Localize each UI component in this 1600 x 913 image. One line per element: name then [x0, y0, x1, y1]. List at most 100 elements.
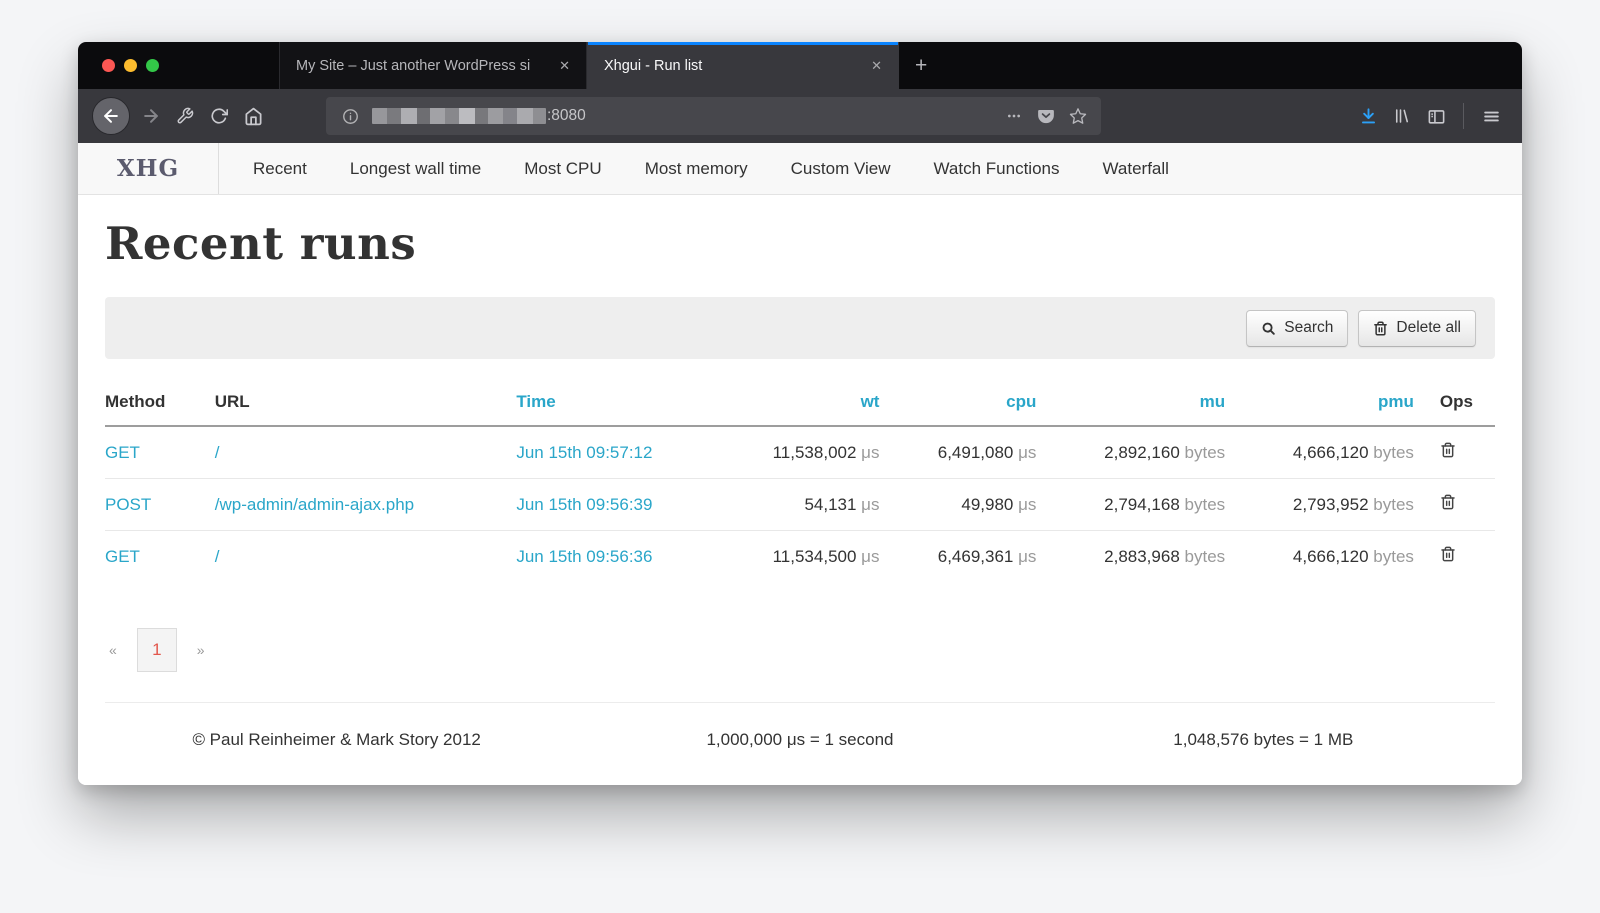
toolbar-right-group [1351, 99, 1508, 133]
delete-run-button[interactable] [1440, 442, 1456, 458]
tab-bar: My Site – Just another WordPress si ✕ Xh… [78, 42, 1522, 89]
close-window-button[interactable] [102, 59, 115, 72]
redacted-host [372, 108, 546, 124]
desktop-background: My Site – Just another WordPress si ✕ Xh… [0, 0, 1600, 913]
pagination-next-button[interactable]: » [193, 638, 209, 662]
run-mu-value: 2,794,168 [1104, 495, 1180, 514]
search-icon [1261, 321, 1276, 336]
table-row: POST /wp-admin/admin-ajax.php Jun 15th 0… [105, 479, 1495, 531]
site-info-icon[interactable] [338, 104, 362, 128]
nav-item-most-memory[interactable]: Most memory [645, 159, 748, 179]
run-pmu-unit: bytes [1373, 443, 1414, 462]
main-content: Recent runs Search Delete all [78, 217, 1522, 750]
run-method[interactable]: GET [105, 443, 140, 462]
home-icon[interactable] [236, 99, 270, 133]
col-header-wt[interactable]: wt [752, 380, 879, 426]
run-cpu-value: 6,469,361 [938, 547, 1014, 566]
zoom-window-button[interactable] [146, 59, 159, 72]
pagination-current-page[interactable]: 1 [137, 628, 177, 672]
runs-table: Method URL Time wt cpu mu pmu Ops GET [105, 380, 1495, 582]
browser-window: My Site – Just another WordPress si ✕ Xh… [78, 42, 1522, 785]
run-pmu-unit: bytes [1373, 547, 1414, 566]
run-wt-value: 54,131 [804, 495, 856, 514]
run-time-link[interactable]: Jun 15th 09:56:39 [516, 495, 652, 514]
nav-item-waterfall[interactable]: Waterfall [1102, 159, 1168, 179]
run-cpu-value: 6,491,080 [938, 443, 1014, 462]
xhg-logo[interactable]: XHG [78, 143, 219, 194]
col-header-pmu[interactable]: pmu [1225, 380, 1414, 426]
col-header-cpu[interactable]: cpu [879, 380, 1036, 426]
run-cpu-unit: μs [1018, 495, 1036, 514]
delete-all-button-label: Delete all [1396, 319, 1461, 337]
footer-bytes-note: 1,048,576 bytes = 1 MB [1032, 730, 1495, 750]
run-method[interactable]: GET [105, 547, 140, 566]
bookmark-star-icon[interactable] [1065, 103, 1091, 129]
reload-icon[interactable] [202, 99, 236, 133]
downloads-icon[interactable] [1351, 99, 1385, 133]
run-wt-unit: μs [861, 495, 879, 514]
address-bar[interactable]: :8080 [326, 97, 1101, 135]
sidebar-toggle-icon[interactable] [1419, 99, 1453, 133]
tab-xhgui[interactable]: Xhgui - Run list ✕ [587, 42, 899, 89]
run-mu-unit: bytes [1185, 443, 1226, 462]
tab-close-icon[interactable]: ✕ [867, 56, 886, 76]
wrench-icon[interactable] [168, 99, 202, 133]
tab-wordpress[interactable]: My Site – Just another WordPress si ✕ [279, 42, 587, 89]
pocket-icon[interactable] [1033, 103, 1059, 129]
trash-icon [1373, 321, 1388, 336]
run-time-link[interactable]: Jun 15th 09:57:12 [516, 443, 652, 462]
tab-close-icon[interactable]: ✕ [555, 56, 574, 76]
run-wt-unit: μs [861, 547, 879, 566]
nav-item-recent[interactable]: Recent [253, 159, 307, 179]
run-mu-unit: bytes [1185, 495, 1226, 514]
new-tab-button[interactable]: + [899, 42, 943, 89]
xhgui-navbar: XHG Recent Longest wall time Most CPU Mo… [78, 143, 1522, 195]
nav-item-longest-wall-time[interactable]: Longest wall time [350, 159, 481, 179]
search-button-label: Search [1284, 319, 1333, 337]
col-header-ops: Ops [1414, 380, 1495, 426]
run-method[interactable]: POST [105, 495, 151, 514]
forward-icon[interactable] [134, 99, 168, 133]
pagination: « 1 » [105, 628, 1495, 672]
actions-bar: Search Delete all [105, 297, 1495, 359]
run-cpu-unit: μs [1018, 443, 1036, 462]
page-footer: © Paul Reinheimer & Mark Story 2012 1,00… [105, 702, 1495, 750]
run-mu-value: 2,892,160 [1104, 443, 1180, 462]
run-cpu-value: 49,980 [961, 495, 1013, 514]
footer-copyright: © Paul Reinheimer & Mark Story 2012 [105, 730, 568, 750]
page-title: Recent runs [105, 217, 1495, 270]
xhgui-nav-links: Recent Longest wall time Most CPU Most m… [219, 143, 1169, 194]
minimize-window-button[interactable] [124, 59, 137, 72]
menu-hamburger-icon[interactable] [1474, 99, 1508, 133]
table-row: GET / Jun 15th 09:56:36 11,534,500 μs 6,… [105, 531, 1495, 583]
run-url-link[interactable]: /wp-admin/admin-ajax.php [215, 495, 414, 514]
run-time-link[interactable]: Jun 15th 09:56:36 [516, 547, 652, 566]
xhgui-page: XHG Recent Longest wall time Most CPU Mo… [78, 143, 1522, 785]
run-pmu-value: 4,666,120 [1293, 443, 1369, 462]
delete-run-button[interactable] [1440, 494, 1456, 510]
window-controls [78, 42, 181, 89]
delete-run-button[interactable] [1440, 546, 1456, 562]
run-url-link[interactable]: / [215, 443, 220, 462]
url-port-text: :8080 [547, 107, 586, 125]
run-mu-unit: bytes [1185, 547, 1226, 566]
table-row: GET / Jun 15th 09:57:12 11,538,002 μs 6,… [105, 426, 1495, 479]
delete-all-button[interactable]: Delete all [1358, 310, 1476, 347]
col-header-mu[interactable]: mu [1036, 380, 1225, 426]
run-wt-value: 11,538,002 [773, 443, 857, 462]
nav-item-custom-view[interactable]: Custom View [791, 159, 891, 179]
toolbar-separator [1463, 103, 1464, 129]
trash-icon [1440, 546, 1456, 562]
library-icon[interactable] [1385, 99, 1419, 133]
search-button[interactable]: Search [1246, 310, 1348, 347]
nav-item-most-cpu[interactable]: Most CPU [524, 159, 601, 179]
page-actions-icon[interactable] [1001, 103, 1027, 129]
browser-toolbar: :8080 [78, 89, 1522, 143]
col-header-time[interactable]: Time [516, 380, 752, 426]
nav-item-watch-functions[interactable]: Watch Functions [934, 159, 1060, 179]
back-icon[interactable] [92, 97, 130, 135]
col-header-url: URL [215, 380, 517, 426]
run-wt-unit: μs [861, 443, 879, 462]
pagination-prev-button[interactable]: « [105, 638, 121, 662]
run-url-link[interactable]: / [215, 547, 220, 566]
